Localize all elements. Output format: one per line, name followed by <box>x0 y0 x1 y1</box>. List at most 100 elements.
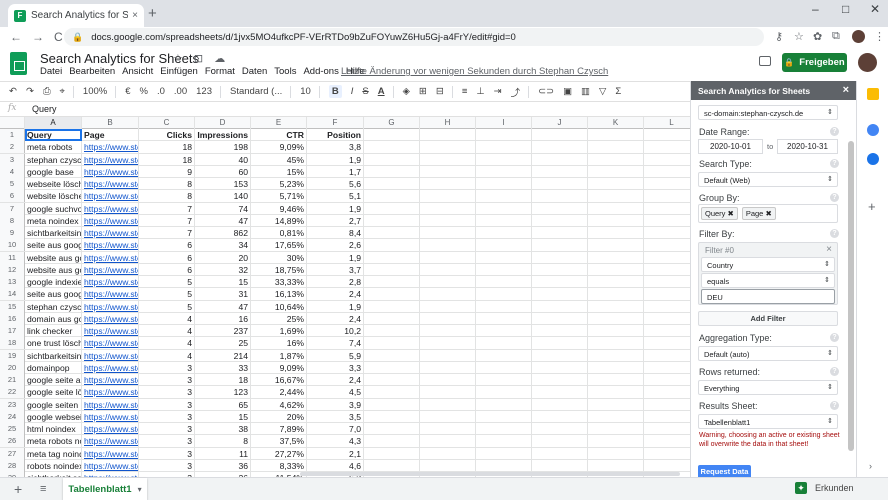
cell[interactable] <box>532 227 588 239</box>
cell[interactable]: 18 <box>139 153 195 166</box>
cell[interactable]: robots noindex n <box>25 459 82 472</box>
cell[interactable] <box>532 337 588 350</box>
property-select[interactable]: sc-domain:stephan-czysch.de ⇕ <box>698 105 838 120</box>
cell[interactable]: html noindex <box>25 423 82 435</box>
cell[interactable] <box>644 448 690 460</box>
cell[interactable]: meta robots <box>25 141 82 154</box>
star-icon[interactable]: ☆ <box>794 30 804 43</box>
cell[interactable] <box>364 386 420 399</box>
cell[interactable]: 30% <box>251 251 307 264</box>
cell[interactable]: google seite aus <box>25 374 82 386</box>
extension-icon[interactable]: ✿ <box>813 30 822 43</box>
cell[interactable] <box>532 447 588 460</box>
row-number[interactable]: 2 <box>0 141 25 154</box>
cell[interactable]: 31 <box>195 288 251 301</box>
cell[interactable]: 16,67% <box>251 374 307 386</box>
cell[interactable] <box>420 447 476 460</box>
bold-button[interactable]: B <box>328 85 342 98</box>
cell[interactable]: 15 <box>195 410 251 423</box>
cell[interactable]: 7 <box>139 202 195 215</box>
formula-input[interactable]: Query <box>32 104 57 114</box>
fill-color-icon[interactable]: ◈ <box>403 86 410 97</box>
cell[interactable]: 8 <box>139 178 195 190</box>
cell[interactable]: domainpop <box>25 361 82 374</box>
cell[interactable] <box>532 165 588 178</box>
cell[interactable] <box>476 459 532 472</box>
cell[interactable]: Impressions <box>195 129 251 141</box>
column-header-e[interactable]: E <box>251 117 307 129</box>
cell[interactable] <box>364 435 420 448</box>
cell[interactable]: link checker <box>25 325 82 337</box>
cell[interactable] <box>364 423 420 435</box>
chip-remove-icon[interactable]: ✖ <box>765 209 771 218</box>
cell[interactable]: 4,5 <box>307 386 364 399</box>
cell[interactable] <box>644 178 690 190</box>
explore-button[interactable]: ✦ Erkunden <box>795 482 854 494</box>
cell[interactable]: 9,09% <box>251 141 307 154</box>
cell[interactable]: 3,5 <box>307 410 364 423</box>
cell[interactable] <box>644 411 690 423</box>
cell[interactable] <box>644 154 690 166</box>
cell[interactable] <box>588 312 644 325</box>
cell[interactable]: https://www.step <box>82 410 139 423</box>
share-button[interactable]: 🔒 Freigeben <box>782 53 847 72</box>
cell[interactable] <box>420 325 476 337</box>
row-number[interactable]: 23 <box>0 398 25 411</box>
cell[interactable]: 4,6 <box>307 459 364 472</box>
row-number[interactable]: 5 <box>0 178 25 190</box>
cell[interactable] <box>644 190 690 202</box>
group-chip-page[interactable]: Page ✖ <box>741 207 776 220</box>
cell[interactable]: 27,27% <box>251 447 307 460</box>
cell[interactable] <box>420 251 476 264</box>
cell[interactable]: 4,3 <box>307 435 364 448</box>
cell[interactable]: 237 <box>195 325 251 337</box>
row-number[interactable]: 10 <box>0 239 25 252</box>
cell[interactable]: 5,9 <box>307 349 364 362</box>
cell[interactable] <box>644 399 690 411</box>
cell[interactable] <box>532 410 588 423</box>
filter-value-input[interactable]: DEU <box>701 289 835 304</box>
cell[interactable]: https://www.step <box>82 349 139 362</box>
reload-icon[interactable]: C <box>54 30 63 44</box>
cell[interactable] <box>364 410 420 423</box>
cell[interactable]: 16 <box>195 312 251 325</box>
cell[interactable]: 34 <box>195 239 251 252</box>
cell[interactable] <box>588 239 644 252</box>
cell[interactable]: 15% <box>251 165 307 178</box>
title-actions-icon[interactable]: ☆ ⊡ ☁ <box>173 52 229 65</box>
menu-item-daten[interactable]: Daten <box>242 66 267 77</box>
cell[interactable]: 74 <box>195 202 251 215</box>
cell[interactable] <box>644 252 690 264</box>
cell[interactable] <box>476 153 532 166</box>
column-header-j[interactable]: J <box>532 117 588 129</box>
maximize-button[interactable]: □ <box>842 2 849 16</box>
back-icon[interactable]: ← <box>10 30 22 44</box>
cell[interactable] <box>532 178 588 190</box>
row-number[interactable]: 4 <box>0 165 25 178</box>
print-icon[interactable]: ⎙ <box>43 86 51 97</box>
cell[interactable] <box>420 361 476 374</box>
filter-dimension-select[interactable]: Country ⇕ <box>701 257 835 272</box>
cell[interactable] <box>364 239 420 252</box>
cell[interactable]: 6 <box>139 239 195 252</box>
cell[interactable]: 3 <box>139 398 195 411</box>
cell[interactable] <box>476 202 532 215</box>
aggregation-select[interactable]: Default (auto) ⇕ <box>698 346 838 361</box>
cell[interactable] <box>588 300 644 313</box>
cell[interactable]: 7 <box>139 214 195 227</box>
browser-avatar[interactable] <box>852 30 865 43</box>
cell[interactable]: https://www.step <box>82 153 139 166</box>
font-size-select[interactable]: 10 <box>300 86 311 97</box>
cell[interactable]: 123 <box>195 386 251 399</box>
cell[interactable] <box>588 459 644 472</box>
column-header-h[interactable]: H <box>420 117 476 129</box>
cell[interactable]: 3,7 <box>307 263 364 276</box>
search-type-select[interactable]: Default (Web) ⇕ <box>698 172 838 187</box>
cell[interactable] <box>532 361 588 374</box>
cell[interactable]: 1,9 <box>307 300 364 313</box>
help-icon[interactable]: ? <box>830 333 839 342</box>
cell[interactable]: 3 <box>139 447 195 460</box>
cell[interactable]: 2,1 <box>307 447 364 460</box>
paint-format-icon[interactable]: ⌖ <box>60 86 65 97</box>
cell[interactable]: 153 <box>195 178 251 190</box>
